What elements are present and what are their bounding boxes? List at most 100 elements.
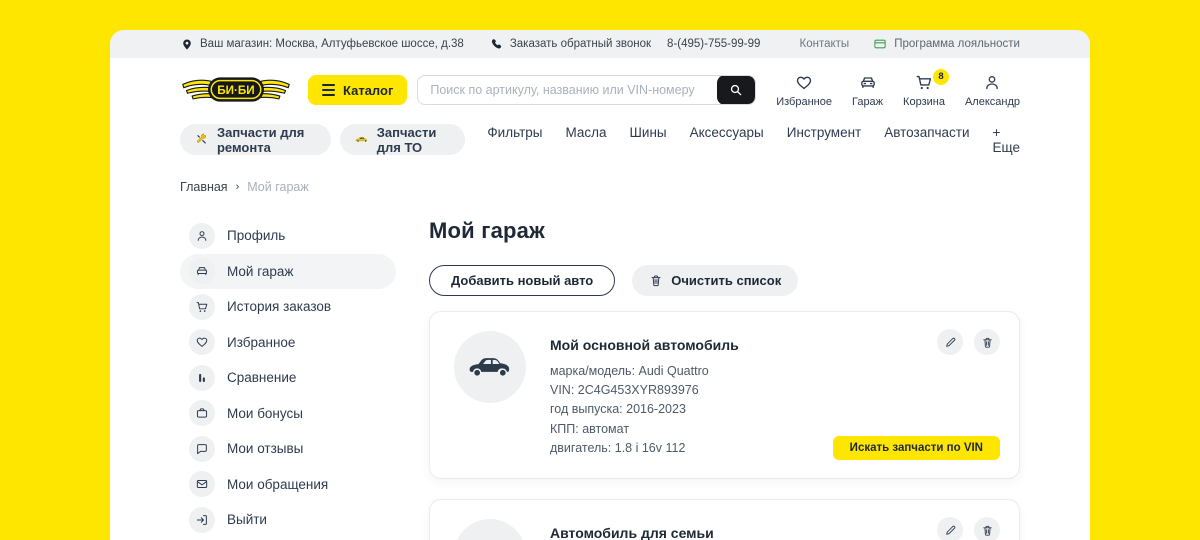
breadcrumb-separator: › <box>236 181 240 193</box>
search-by-vin-button[interactable]: Искать запчасти по VIN <box>833 436 1000 460</box>
trash-icon <box>649 273 663 288</box>
loyalty-card-icon <box>873 37 887 51</box>
callback-link[interactable]: Заказать обратный звонок <box>490 37 651 51</box>
sidebar-item-logout[interactable]: Выйти <box>180 502 396 538</box>
bibi-logo[interactable]: БИ·БИ <box>180 71 292 109</box>
topbar: Ваш магазин: Москва, Алтуфьевское шоссе,… <box>110 30 1090 58</box>
sidebar-item-bonuses[interactable]: Мои бонусы <box>180 396 396 432</box>
sidebar-item-favorites[interactable]: Избранное <box>180 325 396 361</box>
page-panel: Ваш магазин: Москва, Алтуфьевское шоссе,… <box>110 30 1090 540</box>
search-input[interactable] <box>418 76 717 104</box>
nav-link-tires[interactable]: Шины <box>630 125 667 155</box>
nav-links: Фильтры Масла Шины Аксессуары Инструмент… <box>487 125 1020 155</box>
sidebar-label: История заказов <box>227 299 331 314</box>
sidebar-item-garage[interactable]: Мой гараж <box>180 254 396 290</box>
delete-car-button[interactable] <box>974 329 1000 355</box>
sidebar-label: Избранное <box>227 335 295 350</box>
header: БИ·БИ Каталог Избранное Г <box>180 71 1020 109</box>
car-card: Автомобиль для семьи марка/модель: Kia O… <box>429 499 1020 540</box>
breadcrumb-current: Мой гараж <box>247 180 308 194</box>
cart-badge: 8 <box>933 69 949 85</box>
nav-link-autoparts[interactable]: Автозапчасти <box>884 125 969 155</box>
car-engine: двигатель: 1.8 i 16v 112 <box>550 439 739 458</box>
sidebar-label: Мои обращения <box>227 477 328 492</box>
account-sidebar: Профиль Мой гараж История заказов Избран… <box>180 218 396 540</box>
sidebar-label: Мой гараж <box>227 264 293 279</box>
car-front-icon <box>857 73 879 92</box>
nav-link-oils[interactable]: Масла <box>565 125 606 155</box>
loyalty-link[interactable]: Программа лояльности <box>873 37 1020 51</box>
chat-bubble-icon <box>189 436 215 462</box>
sidebar-label: Мои отзывы <box>227 441 303 456</box>
clear-list-button[interactable]: Очистить список <box>632 265 798 296</box>
cart-icon <box>189 294 215 320</box>
service-car-icon <box>355 131 368 148</box>
car-avatar <box>454 331 526 403</box>
store-address: Ваш магазин: Москва, Алтуфьевское шоссе,… <box>200 38 464 50</box>
sidebar-label: Мои бонусы <box>227 406 303 421</box>
garage-main: Мой гараж Добавить новый авто Очистить с… <box>429 218 1020 540</box>
car-side-icon <box>467 355 513 379</box>
envelope-icon <box>189 471 215 497</box>
search-icon <box>728 82 744 98</box>
profile-button[interactable]: Александр <box>965 73 1020 108</box>
car-gearbox: КПП: автомат <box>550 420 739 439</box>
sidebar-item-reviews[interactable]: Мои отзывы <box>180 431 396 467</box>
catalog-button[interactable]: Каталог <box>308 75 407 105</box>
heart-icon <box>793 73 815 92</box>
edit-car-button[interactable] <box>937 517 963 540</box>
sidebar-label: Сравнение <box>227 370 296 385</box>
add-car-button[interactable]: Добавить новый авто <box>429 265 615 296</box>
car-make-model: марка/модель: Audi Quattro <box>550 362 739 381</box>
header-actions: Избранное Гараж 8 Корзина Александр <box>776 73 1020 108</box>
edit-car-button[interactable] <box>937 329 963 355</box>
heart-icon <box>189 329 215 355</box>
topbar-left: Ваш магазин: Москва, Алтуфьевское шоссе,… <box>180 37 760 51</box>
car-year: год выпуска: 2016-2023 <box>550 400 739 419</box>
loyalty-label: Программа лояльности <box>894 38 1020 50</box>
garage-actions: Добавить новый авто Очистить список <box>429 265 1020 296</box>
sidebar-label: Выйти <box>227 512 267 527</box>
breadcrumb-home[interactable]: Главная <box>180 180 228 194</box>
bibi-logo-icon: БИ·БИ <box>180 71 292 109</box>
sidebar-item-profile[interactable]: Профиль <box>180 218 396 254</box>
cart-button[interactable]: 8 Корзина <box>903 73 945 108</box>
user-name: Александр <box>965 96 1020 108</box>
phone-number[interactable]: 8-(495)-755-99-99 <box>667 38 760 50</box>
search-bar <box>417 75 756 105</box>
chip-to-parts[interactable]: Запчасти для ТО <box>340 124 466 155</box>
cart-label: Корзина <box>903 96 945 108</box>
car-avatar <box>454 519 526 540</box>
delete-car-button[interactable] <box>974 517 1000 540</box>
hamburger-icon <box>322 84 335 96</box>
sidebar-item-compare[interactable]: Сравнение <box>180 360 396 396</box>
favorites-button[interactable]: Избранное <box>776 73 832 108</box>
pencil-icon <box>944 336 957 349</box>
sidebar-item-messages[interactable]: Мои обращения <box>180 467 396 503</box>
nav-link-more[interactable]: + Еще <box>993 125 1020 155</box>
phone-icon <box>490 37 504 51</box>
garage-button[interactable]: Гараж <box>852 73 883 108</box>
cart-icon <box>913 73 935 92</box>
sidebar-label: Профиль <box>227 228 285 243</box>
search-button[interactable] <box>717 75 755 105</box>
chip-to-label: Запчасти для ТО <box>377 125 451 155</box>
catalog-label: Каталог <box>343 83 393 98</box>
sidebar-item-orders[interactable]: История заказов <box>180 289 396 325</box>
store-location[interactable]: Ваш магазин: Москва, Алтуфьевское шоссе,… <box>180 37 464 51</box>
callback-label: Заказать обратный звонок <box>510 38 651 50</box>
chip-repair-parts[interactable]: Запчасти для ремонта <box>180 124 331 155</box>
car-card: Мой основной автомобиль марка/модель: Au… <box>429 311 1020 479</box>
nav-link-filters[interactable]: Фильтры <box>487 125 542 155</box>
topbar-right: Контакты Программа лояльности <box>800 37 1021 51</box>
nav-link-accessories[interactable]: Аксессуары <box>690 125 764 155</box>
chip-repair-label: Запчасти для ремонта <box>217 125 316 155</box>
compare-bars-icon <box>189 365 215 391</box>
contacts-link[interactable]: Контакты <box>800 38 850 50</box>
page-title: Мой гараж <box>429 218 1020 244</box>
nav-link-tools[interactable]: Инструмент <box>787 125 861 155</box>
logout-icon <box>189 507 215 533</box>
car-front-icon <box>189 258 215 284</box>
location-pin-icon <box>180 37 194 51</box>
pencil-icon <box>944 524 957 537</box>
